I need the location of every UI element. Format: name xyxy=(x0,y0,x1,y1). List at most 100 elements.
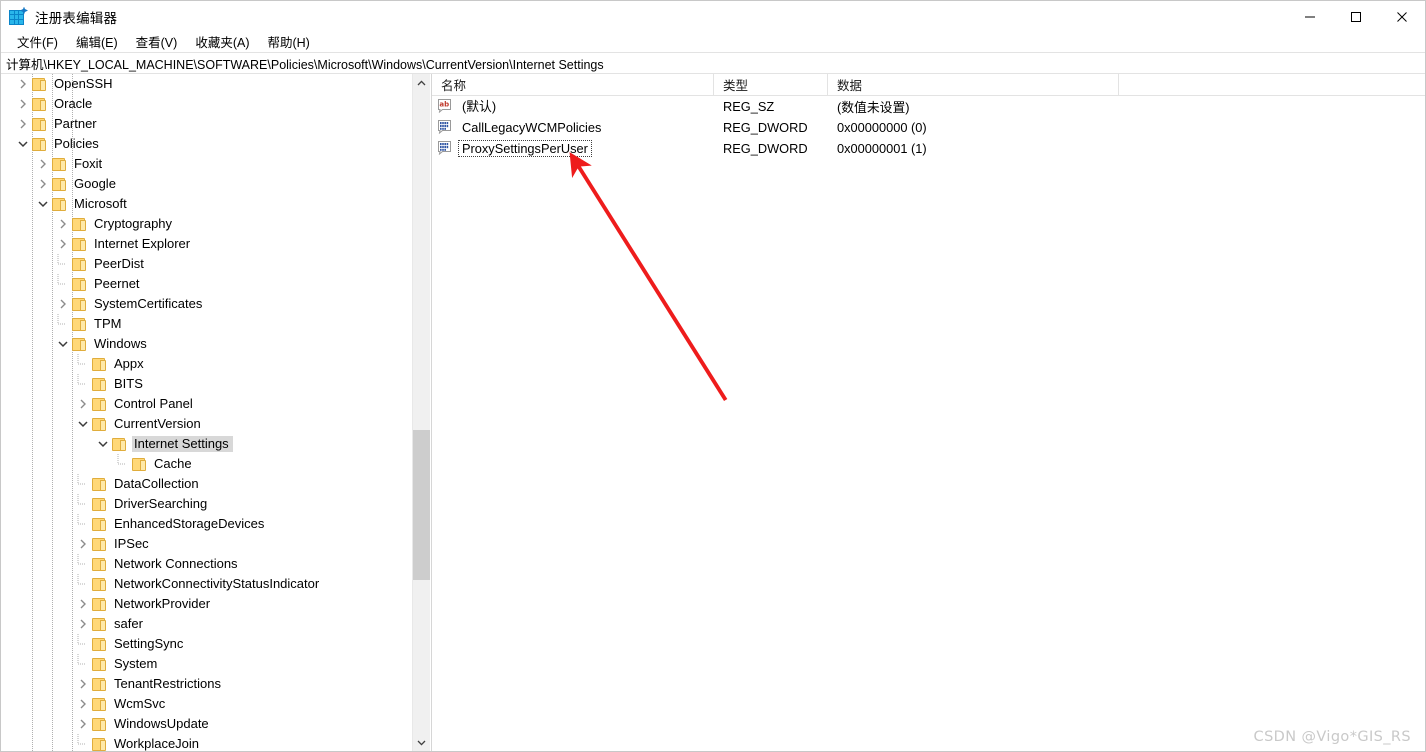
chevron-right-icon[interactable] xyxy=(75,676,91,692)
tree-item[interactable]: EnhancedStorageDevices xyxy=(1,514,413,534)
tree-item-label: Partner xyxy=(54,116,97,131)
chevron-right-icon[interactable] xyxy=(15,96,31,112)
column-type[interactable]: 类型 xyxy=(714,74,828,95)
chevron-right-icon[interactable] xyxy=(75,536,91,552)
menu-file[interactable]: 文件(F) xyxy=(8,31,67,53)
tree-item[interactable]: System xyxy=(1,654,413,674)
tree-item[interactable]: OpenSSH xyxy=(1,74,413,94)
scroll-up-icon[interactable] xyxy=(413,74,430,91)
address-path: 计算机\HKEY_LOCAL_MACHINE\SOFTWARE\Policies… xyxy=(6,57,604,72)
tree-leaf-connector xyxy=(75,654,91,672)
address-bar[interactable]: 计算机\HKEY_LOCAL_MACHINE\SOFTWARE\Policies… xyxy=(1,52,1425,74)
chevron-right-icon[interactable] xyxy=(55,236,71,252)
tree-item[interactable]: Peernet xyxy=(1,274,413,294)
folder-icon xyxy=(71,317,88,331)
tree-item[interactable]: Microsoft xyxy=(1,194,413,214)
registry-tree[interactable]: OpenSSH Oracle Partner Policies Foxit Google M… xyxy=(1,74,413,751)
tree-vertical-scrollbar[interactable] xyxy=(412,74,430,751)
tree-item-label: Foxit xyxy=(74,156,103,171)
tree-item[interactable]: Cache xyxy=(1,454,413,474)
tree-item-label: Control Panel xyxy=(114,396,193,411)
chevron-right-icon[interactable] xyxy=(75,396,91,412)
table-row[interactable]: CallLegacyWCMPolicies REG_DWORD 0x00000000… xyxy=(432,117,1425,138)
tree-item-label: System xyxy=(114,656,158,671)
menu-favorites[interactable]: 收藏夹(A) xyxy=(186,31,258,53)
menu-view[interactable]: 查看(V) xyxy=(127,31,187,53)
tree-item-label: Microsoft xyxy=(74,196,127,211)
chevron-right-icon[interactable] xyxy=(75,596,91,612)
list-body[interactable]: ab (默认) REG_SZ (数值未设置) CallLegacyWCMPolicies… xyxy=(432,96,1425,159)
tree-item[interactable]: WindowsUpdate xyxy=(1,714,413,734)
tree-item[interactable]: SettingSync xyxy=(1,634,413,654)
tree-item[interactable]: Oracle xyxy=(1,94,413,114)
chevron-right-icon[interactable] xyxy=(55,296,71,312)
tree-item[interactable]: NetworkProvider xyxy=(1,594,413,614)
chevron-down-icon[interactable] xyxy=(75,416,91,432)
folder-icon xyxy=(71,277,88,291)
tree-item[interactable]: safer xyxy=(1,614,413,634)
chevron-right-icon[interactable] xyxy=(15,76,31,92)
tree-item-label: EnhancedStorageDevices xyxy=(114,516,265,531)
value-name-cell[interactable]: CallLegacyWCMPolicies xyxy=(432,117,714,138)
folder-icon xyxy=(71,257,88,271)
red-arrow-annotation xyxy=(569,152,728,402)
menu-edit[interactable]: 编辑(E) xyxy=(67,31,127,53)
chevron-down-icon[interactable] xyxy=(95,436,111,452)
folder-icon xyxy=(71,297,88,311)
tree-item[interactable]: BITS xyxy=(1,374,413,394)
tree-item[interactable]: Cryptography xyxy=(1,214,413,234)
chevron-right-icon[interactable] xyxy=(15,116,31,132)
scroll-down-icon[interactable] xyxy=(413,734,430,751)
tree-item[interactable]: WorkplaceJoin xyxy=(1,734,413,751)
chevron-right-icon[interactable] xyxy=(75,696,91,712)
tree-item[interactable]: Google xyxy=(1,174,413,194)
tree-item[interactable]: Partner xyxy=(1,114,413,134)
tree-item[interactable]: TenantRestrictions xyxy=(1,674,413,694)
tree-item[interactable]: Policies xyxy=(1,134,413,154)
table-row[interactable]: ab (默认) REG_SZ (数值未设置) xyxy=(432,96,1425,117)
folder-icon xyxy=(91,357,108,371)
value-name-cell[interactable]: ab (默认) xyxy=(432,96,714,117)
scrollbar-thumb[interactable] xyxy=(413,430,430,580)
tree-item[interactable]: DriverSearching xyxy=(1,494,413,514)
chevron-right-icon[interactable] xyxy=(75,716,91,732)
tree-item[interactable]: SystemCertificates xyxy=(1,294,413,314)
folder-icon xyxy=(31,97,48,111)
chevron-down-icon[interactable] xyxy=(15,136,31,152)
menu-help[interactable]: 帮助(H) xyxy=(258,31,318,53)
chevron-right-icon[interactable] xyxy=(75,616,91,632)
tree-item[interactable]: Internet Explorer xyxy=(1,234,413,254)
tree-item[interactable]: Appx xyxy=(1,354,413,374)
column-name[interactable]: 名称 xyxy=(432,74,714,95)
chevron-right-icon[interactable] xyxy=(35,176,51,192)
registry-values-pane: 名称 类型 数据 ab (默认) REG_SZ (数值未设置) CallLegacyWCMP… xyxy=(432,74,1425,751)
tree-item-label: OpenSSH xyxy=(54,76,113,91)
tree-item[interactable]: DataCollection xyxy=(1,474,413,494)
close-button[interactable] xyxy=(1379,1,1425,32)
folder-icon xyxy=(91,697,108,711)
tree-item[interactable]: Windows xyxy=(1,334,413,354)
tree-item[interactable]: IPSec xyxy=(1,534,413,554)
chevron-right-icon[interactable] xyxy=(35,156,51,172)
tree-item-label: Google xyxy=(74,176,116,191)
tree-item[interactable]: PeerDist xyxy=(1,254,413,274)
tree-item[interactable]: CurrentVersion xyxy=(1,414,413,434)
table-row[interactable]: ProxySettingsPerUser REG_DWORD 0x00000001 … xyxy=(432,138,1425,159)
chevron-down-icon[interactable] xyxy=(35,196,51,212)
value-name-cell[interactable]: ProxySettingsPerUser xyxy=(432,138,714,159)
chevron-down-icon[interactable] xyxy=(55,336,71,352)
tree-item[interactable]: Foxit xyxy=(1,154,413,174)
folder-icon xyxy=(51,157,68,171)
folder-icon xyxy=(31,137,48,151)
tree-item[interactable]: WcmSvc xyxy=(1,694,413,714)
chevron-right-icon[interactable] xyxy=(55,216,71,232)
column-data[interactable]: 数据 xyxy=(828,74,1119,95)
tree-item[interactable]: TPM xyxy=(1,314,413,334)
minimize-button[interactable] xyxy=(1287,1,1333,32)
tree-item[interactable]: NetworkConnectivityStatusIndicator xyxy=(1,574,413,594)
tree-item[interactable]: Control Panel xyxy=(1,394,413,414)
maximize-button[interactable] xyxy=(1333,1,1379,32)
tree-item[interactable]: Network Connections xyxy=(1,554,413,574)
tree-item-label: IPSec xyxy=(114,536,149,551)
tree-item[interactable]: Internet Settings xyxy=(1,434,413,454)
